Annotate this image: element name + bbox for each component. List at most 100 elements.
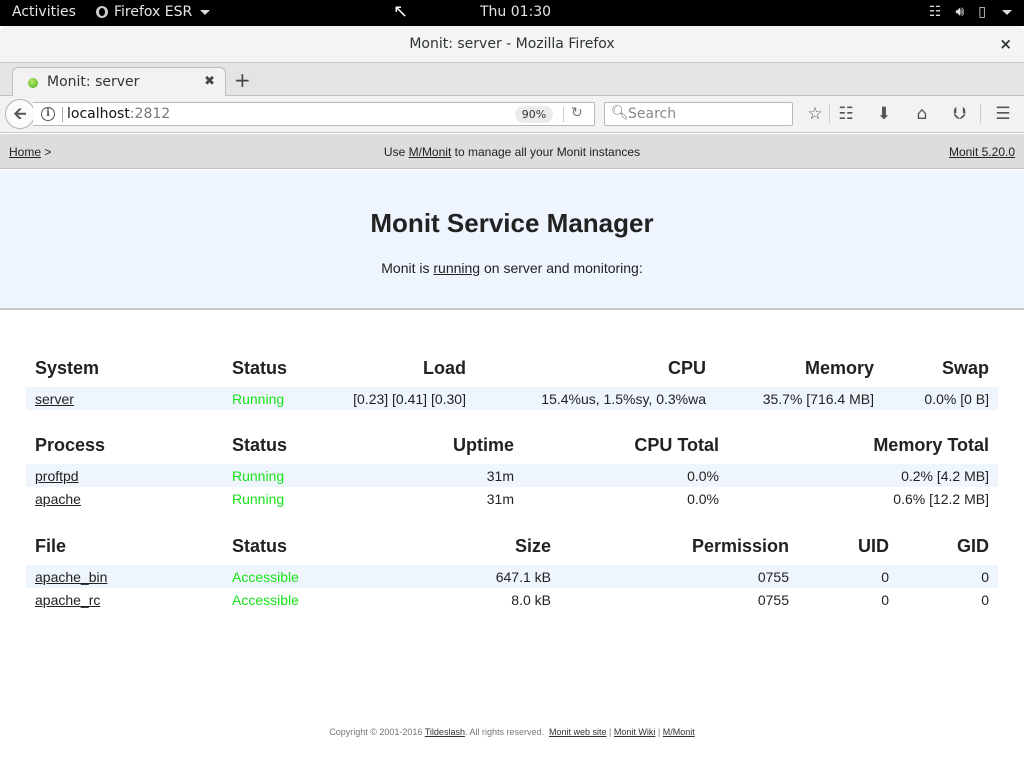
breadcrumb-bar: Home > Use M/Monit to manage all your Mo… bbox=[0, 134, 1024, 169]
service-link[interactable]: apache_rc bbox=[35, 592, 100, 608]
gid-value: 0 bbox=[898, 565, 998, 588]
file-table: File Status Size Permission UID GID apac… bbox=[26, 533, 998, 611]
arrow-left-icon: 🡨︎ bbox=[13, 104, 27, 123]
tab-strip: Monit: server ✖︎ + bbox=[0, 63, 1024, 97]
column-header: Memory Total bbox=[873, 435, 989, 455]
clock[interactable]: Thu 01:30 bbox=[480, 4, 551, 20]
table-row: apache_rc Accessible 8.0 kB 0755 0 0 bbox=[26, 588, 998, 611]
cpu-total-value: 0.0% bbox=[523, 464, 728, 487]
mouse-cursor-icon: ↖ bbox=[393, 1, 409, 22]
status-badge: Accessible bbox=[223, 565, 333, 588]
url-host: localhost bbox=[67, 106, 130, 122]
size-value: 8.0 kB bbox=[511, 591, 551, 608]
column-header: CPU Total bbox=[634, 435, 719, 455]
table-header-row: File Status Size Permission UID GID bbox=[26, 533, 998, 565]
swap-value: 0.0% [0 B] bbox=[883, 387, 998, 410]
column-header: UID bbox=[858, 536, 889, 556]
back-button[interactable]: 🡨︎ bbox=[5, 99, 35, 129]
footer-separator: | bbox=[655, 727, 663, 737]
tab-monit-server[interactable]: Monit: server ✖︎ bbox=[12, 67, 226, 97]
table-row: server Running [0.23] [0.41] [0.30] 15.4… bbox=[26, 387, 998, 410]
running-link[interactable]: running bbox=[433, 260, 480, 276]
uptime-value: 31m bbox=[333, 464, 523, 487]
column-header: Load bbox=[423, 358, 466, 378]
url-separator bbox=[62, 107, 63, 122]
mmonit-promo: Use M/Monit to manage all your Monit ins… bbox=[0, 145, 1024, 159]
column-header: Permission bbox=[691, 536, 789, 556]
url-text[interactable]: localhost:2812 bbox=[67, 106, 170, 122]
search-bar[interactable]: 🔍︎ bbox=[604, 102, 793, 126]
table-row: proftpd Running 31m 0.0% 0.2% [4.2 MB] bbox=[26, 464, 998, 487]
volume-icon: 🔊︎ bbox=[955, 4, 965, 20]
network-icon: ☷ bbox=[928, 4, 942, 20]
column-header: Status bbox=[232, 435, 288, 455]
mmonit-footer-link[interactable]: M/Monit bbox=[663, 727, 695, 737]
copyright-text: Copyright © 2001-2016 bbox=[329, 727, 425, 737]
monit-wiki-link[interactable]: Monit Wiki bbox=[614, 727, 656, 737]
subtitle-suffix: on server and monitoring: bbox=[480, 260, 643, 276]
url-bar[interactable]: i localhost:2812 90% ↻ bbox=[33, 102, 595, 126]
pocket-icon[interactable]: ⮋ bbox=[948, 102, 972, 126]
battery-icon: ▯ bbox=[978, 4, 986, 20]
tab-label: Monit: server bbox=[47, 74, 140, 90]
tab-close-icon[interactable]: ✖︎ bbox=[204, 74, 215, 89]
column-header: Swap bbox=[941, 358, 989, 378]
web-page: Home > Use M/Monit to manage all your Mo… bbox=[0, 134, 1024, 768]
toolbar-separator bbox=[980, 104, 981, 124]
page-title: Monit Service Manager bbox=[370, 208, 654, 238]
memory-total-value: 0.2% [4.2 MB] bbox=[728, 464, 998, 487]
memory-value: 35.7% [716.4 MB] bbox=[715, 387, 883, 410]
size-value: 647.1 kB bbox=[333, 565, 560, 588]
url-separator-2 bbox=[563, 107, 564, 122]
app-menu-label: Firefox ESR bbox=[114, 4, 193, 20]
navigation-toolbar: 🡨︎ i localhost:2812 90% ↻ 🔍︎ ☆ ☷ ⬇ ⌂ ⮋ ☰ bbox=[0, 96, 1024, 133]
table-header-row: Process Status Uptime CPU Total Memory T… bbox=[26, 432, 998, 464]
home-icon[interactable]: ⌂ bbox=[910, 102, 934, 126]
app-menu[interactable]: Firefox ESR bbox=[96, 4, 211, 20]
uid-value: 0 bbox=[881, 591, 889, 608]
reload-icon[interactable]: ↻ bbox=[571, 105, 583, 121]
bookmark-star-icon[interactable]: ☆ bbox=[803, 102, 827, 126]
monit-website-link[interactable]: Monit web site bbox=[549, 727, 607, 737]
column-header: CPU bbox=[667, 358, 706, 378]
service-link[interactable]: apache_bin bbox=[35, 569, 107, 585]
bookmarks-menu-icon[interactable]: ☷ bbox=[834, 102, 858, 126]
system-menu-caret-icon bbox=[1002, 9, 1012, 15]
search-input[interactable] bbox=[628, 105, 788, 123]
table-header-row: System Status Load CPU Memory Swap bbox=[26, 355, 998, 387]
gnome-top-bar: Activities Firefox ESR Thu 01:30 ☷ 🔊︎ ▯ bbox=[0, 0, 1024, 26]
mmonit-link[interactable]: M/Monit bbox=[409, 145, 452, 159]
column-header: System bbox=[35, 358, 100, 378]
column-header: GID bbox=[956, 536, 989, 556]
activities-button[interactable]: Activities bbox=[12, 4, 76, 20]
hamburger-menu-icon[interactable]: ☰ bbox=[991, 102, 1015, 126]
uptime-value: 31m bbox=[486, 490, 514, 507]
firefox-icon bbox=[96, 6, 108, 18]
chevron-down-icon bbox=[200, 9, 211, 15]
service-link[interactable]: server bbox=[35, 391, 74, 407]
uid-value: 0 bbox=[798, 565, 898, 588]
service-link[interactable]: proftpd bbox=[35, 468, 79, 484]
window-title: Monit: server - Mozilla Firefox bbox=[409, 36, 615, 52]
downloads-icon[interactable]: ⬇ bbox=[872, 102, 896, 126]
tildeslash-link[interactable]: Tildeslash bbox=[425, 727, 465, 737]
zoom-level-badge[interactable]: 90% bbox=[515, 106, 553, 123]
permission-value: 0755 bbox=[560, 565, 798, 588]
favicon-icon bbox=[28, 78, 38, 88]
subtitle-prefix: Monit is bbox=[381, 260, 434, 276]
promo-suffix: to manage all your Monit instances bbox=[451, 145, 641, 159]
table-row: apache Running 31m 0.0% 0.6% [12.2 MB] bbox=[26, 487, 998, 510]
page-header: Monit Service Manager Monit is running o… bbox=[0, 170, 1024, 310]
info-icon[interactable]: i bbox=[41, 107, 55, 121]
new-tab-button[interactable]: + bbox=[234, 68, 251, 92]
monit-version-link[interactable]: Monit 5.20.0 bbox=[949, 145, 1015, 159]
status-badge: Accessible bbox=[232, 591, 299, 608]
column-header: Uptime bbox=[452, 435, 514, 455]
load-value: [0.23] [0.41] [0.30] bbox=[333, 387, 475, 410]
system-tray[interactable]: ☷ 🔊︎ ▯ bbox=[929, 4, 1012, 20]
memory-total-value: 0.6% [12.2 MB] bbox=[893, 490, 989, 507]
page-footer: Copyright © 2001-2016 Tildeslash. All ri… bbox=[0, 727, 1024, 737]
permission-value: 0755 bbox=[757, 591, 789, 608]
window-close-button[interactable]: × bbox=[999, 35, 1012, 53]
service-link[interactable]: apache bbox=[35, 491, 81, 507]
